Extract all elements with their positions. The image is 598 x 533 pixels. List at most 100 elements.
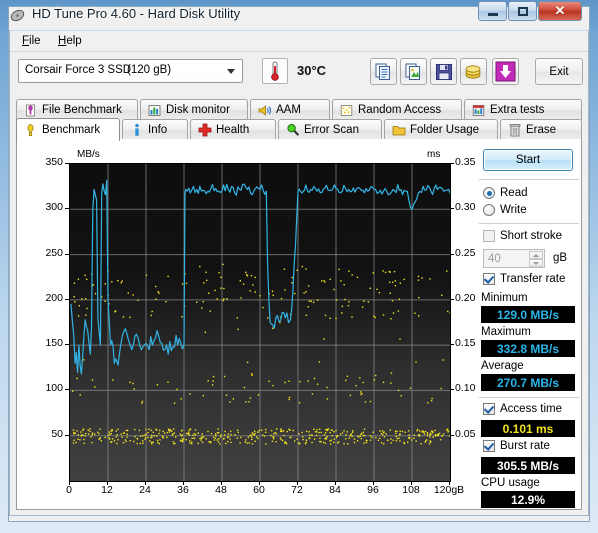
start-button[interactable]: Start — [483, 149, 573, 171]
maximum-value: 332.8 MB/s — [496, 341, 560, 356]
tab-benchmark[interactable]: Benchmark — [16, 118, 120, 141]
cpu-usage-value: 12.9% — [510, 492, 546, 507]
checkbox-access-time[interactable]: Access time — [483, 403, 562, 415]
minimum-label: Minimum — [481, 292, 528, 304]
radio-write[interactable]: Write — [483, 204, 527, 216]
minimize-icon — [487, 12, 498, 16]
short-stroke-label: Short stroke — [500, 230, 562, 242]
thermometer-icon — [271, 61, 279, 81]
tab-file-benchmark[interactable]: File Benchmark — [16, 99, 138, 120]
short-stroke-stepper-row: 40 gB — [481, 249, 577, 268]
cpu-usage-label: CPU usage — [481, 477, 540, 489]
checkbox-burst-rate[interactable]: Burst rate — [483, 440, 550, 452]
plot-svg — [70, 164, 450, 481]
tab-health[interactable]: Health — [190, 119, 276, 140]
save-button[interactable] — [430, 58, 457, 85]
x-tick-label: 72 — [291, 484, 303, 496]
title-bar: HD Tune Pro 4.60 - Hard Disk Utility ✕ — [0, 0, 598, 30]
y-tick-label: 50 — [51, 427, 63, 440]
radio-write-icon — [483, 204, 495, 216]
extra-tests-icon — [471, 103, 486, 118]
copy-text-button[interactable] — [370, 58, 397, 85]
download-icon — [495, 61, 516, 82]
menu-bar: File Help — [10, 31, 588, 52]
stepper-up-icon[interactable] — [529, 251, 543, 259]
coins-button[interactable] — [460, 58, 487, 85]
drive-select[interactable]: Corsair Force 3 SSD (120 gB) — [18, 59, 243, 83]
stepper-down-icon[interactable] — [529, 259, 543, 267]
save-icon — [435, 63, 452, 80]
radio-read-icon — [483, 187, 495, 199]
y-tick-label: 250 — [45, 246, 63, 259]
y-tick-mark — [65, 344, 69, 346]
checkbox-transfer-rate[interactable]: Transfer rate — [483, 273, 565, 285]
maximize-button[interactable] — [508, 1, 537, 21]
burst-rate-value: 305.5 MB/s — [496, 458, 560, 473]
x-tick-label: 120gB — [433, 484, 465, 496]
access-time-checkbox-icon — [483, 403, 495, 415]
x-tick-label: 0 — [66, 484, 72, 496]
client-area: File Help Corsair Force 3 SSD (120 gB) 3… — [9, 30, 589, 516]
drive-name-label: Corsair Force 3 SSD — [25, 64, 132, 76]
tab-label: Disk monitor — [166, 104, 230, 116]
minimum-value: 129.0 MB/s — [496, 307, 560, 322]
x-tick-label: 60 — [253, 484, 265, 496]
y-tick-label: 350 — [45, 156, 63, 168]
tab-extra-tests[interactable]: Extra tests — [464, 99, 582, 120]
download-button[interactable] — [492, 58, 519, 85]
radio-write-label: Write — [500, 204, 527, 216]
y2-tick-mark — [450, 253, 454, 255]
tab-erase[interactable]: Erase — [500, 119, 582, 140]
y-tick-label: 300 — [45, 201, 63, 214]
tab-disk-monitor[interactable]: Disk monitor — [140, 99, 248, 120]
x-tick-mark — [69, 481, 70, 485]
tab-label: Erase — [526, 124, 557, 136]
tab-label: AAM — [276, 104, 301, 116]
minimum-value-box: 129.0 MB/s — [481, 306, 575, 323]
y-tick-mark — [65, 208, 69, 210]
benchmark-chart: MB/s ms 50 100 150 200 250 300 350 0.05 0.10 0.15… — [21, 143, 475, 503]
tab-aam[interactable]: AAM — [250, 99, 330, 120]
error-scan-icon — [285, 123, 300, 138]
y2-tick-mark — [450, 163, 454, 164]
temperature-indicator — [262, 58, 288, 84]
x-tick-mark — [335, 481, 336, 485]
minimize-button[interactable] — [478, 1, 507, 21]
tab-label: Error Scan — [304, 124, 359, 136]
y-tick-label: 100 — [45, 382, 63, 395]
x-tick-label: 12 — [101, 484, 113, 496]
copy-image-button[interactable] — [400, 58, 427, 85]
x-tick-mark — [221, 481, 222, 485]
tab-info[interactable]: Info — [122, 119, 188, 140]
tab-folder-usage[interactable]: Folder Usage — [384, 119, 498, 140]
tab-label: Extra tests — [490, 104, 545, 116]
y2-tick-mark — [450, 389, 454, 391]
copy-image-icon — [405, 63, 420, 80]
burst-rate-value-box: 305.5 MB/s — [481, 457, 575, 474]
access-time-value: 0.101 ms — [502, 421, 554, 436]
speaker-icon — [257, 103, 272, 118]
burst-rate-checkbox-icon — [483, 440, 495, 452]
menu-help[interactable]: Help — [52, 34, 88, 48]
app-window: HD Tune Pro 4.60 - Hard Disk Utility ✕ F… — [0, 0, 598, 533]
tab-error-scan[interactable]: Error Scan — [278, 119, 382, 140]
cpu-usage-value-box: 12.9% — [481, 491, 575, 508]
checkbox-short-stroke[interactable]: Short stroke — [483, 230, 562, 242]
x-tick-label: 36 — [177, 484, 189, 496]
y2-axis-unit: ms — [427, 149, 441, 160]
y-tick-mark — [65, 434, 69, 436]
close-button[interactable]: ✕ — [538, 1, 582, 21]
tab-random-access[interactable]: Random Access — [332, 99, 462, 120]
tab-row-bottom: Benchmark Info Health Error Scan Folder … — [16, 118, 582, 141]
radio-read[interactable]: Read — [483, 187, 528, 199]
stepper-buttons[interactable] — [529, 251, 543, 268]
hdtune-icon — [10, 8, 25, 23]
plot-area — [69, 163, 451, 482]
exit-button[interactable]: Exit — [535, 58, 583, 85]
menu-file[interactable]: File — [16, 34, 47, 48]
benchmark-icon — [23, 123, 38, 138]
x-tick-mark — [183, 481, 184, 485]
info-icon — [129, 123, 144, 138]
temperature-value: 30°C — [297, 63, 327, 78]
short-stroke-stepper[interactable]: 40 — [483, 249, 545, 268]
